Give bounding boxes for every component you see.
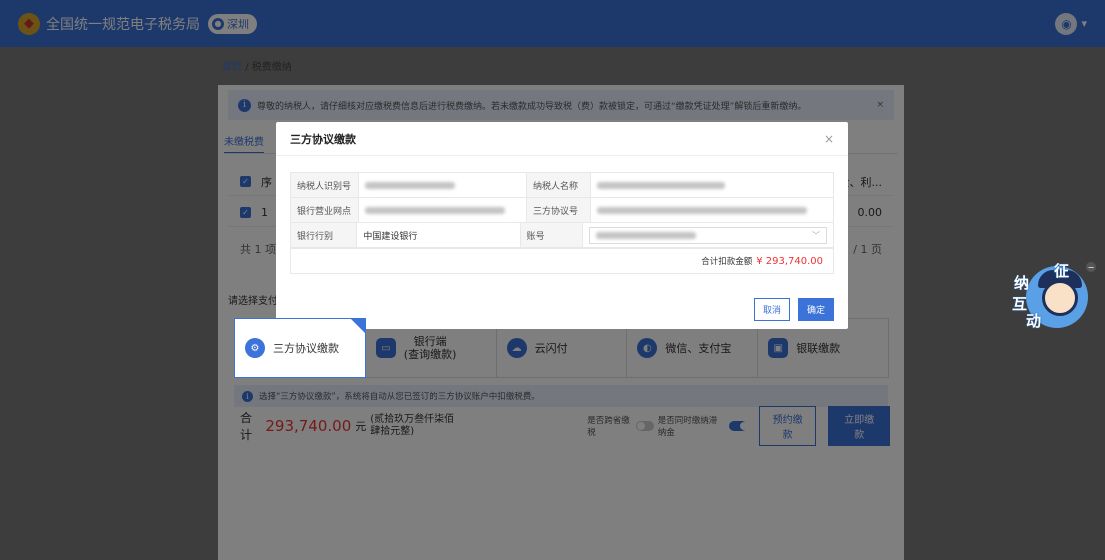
bank-branch-label: 银行营业网点 bbox=[291, 198, 359, 222]
taxpayer-id-label: 纳税人识别号 bbox=[291, 173, 359, 197]
account-cell: ﹀ bbox=[583, 223, 833, 247]
chevron-down-icon: ﹀ bbox=[812, 230, 820, 240]
mascot-char: 纳 bbox=[1014, 274, 1030, 292]
account-label: 账号 bbox=[520, 223, 583, 247]
mascot-char: 征 bbox=[1054, 262, 1070, 280]
agreement-no-value bbox=[591, 198, 833, 222]
taxpayer-id-value bbox=[359, 173, 527, 197]
redacted-text bbox=[597, 181, 725, 189]
agreement-no-label: 三方协议号 bbox=[527, 198, 591, 222]
modal-total-line: 合计扣款金额 ¥ 293,740.00 bbox=[291, 248, 833, 273]
modal-total-label: 合计扣款金额 bbox=[701, 257, 753, 267]
redacted-text bbox=[596, 231, 696, 239]
taxpayer-name-value bbox=[591, 173, 833, 197]
confirm-button[interactable]: 确定 bbox=[797, 298, 834, 321]
bank-branch-value bbox=[359, 198, 527, 222]
mascot-char: 动 bbox=[1026, 312, 1042, 330]
form-row: 银行营业网点 三方协议号 bbox=[291, 198, 833, 223]
assistant-mascot[interactable]: 征 纳 互 动 − bbox=[1012, 260, 1096, 335]
collapse-icon[interactable]: − bbox=[1086, 262, 1096, 272]
taxpayer-name-label: 纳税人名称 bbox=[527, 173, 591, 197]
redacted-text bbox=[597, 206, 807, 214]
account-select[interactable]: ﹀ bbox=[589, 226, 827, 244]
form-row: 银行行别 中国建设银行 账号 ﹀ bbox=[291, 223, 833, 248]
cancel-button[interactable]: 取消 bbox=[753, 298, 790, 321]
modal-form: 纳税人识别号 纳税人名称 银行营业网点 三方协议号 银行行别 中国建设银行 账号… bbox=[290, 172, 834, 274]
modal-total-value: ¥ 293,740.00 bbox=[756, 255, 823, 267]
bank-type-label: 银行行别 bbox=[291, 223, 358, 247]
agreement-payment-modal: 三方协议缴款 × 纳税人识别号 纳税人名称 银行营业网点 三方协议号 银行行别 … bbox=[276, 122, 848, 329]
agreement-icon: ⚙ bbox=[245, 338, 265, 358]
mascot-face bbox=[1042, 280, 1078, 316]
form-row: 纳税人识别号 纳税人名称 bbox=[291, 173, 833, 198]
bank-type-value: 中国建设银行 bbox=[357, 223, 521, 247]
close-icon[interactable]: × bbox=[824, 132, 834, 146]
modal-header: 三方协议缴款 × bbox=[276, 122, 848, 156]
redacted-text bbox=[365, 206, 505, 214]
pay-option-label: 三方协议缴款 bbox=[273, 342, 339, 355]
modal-title: 三方协议缴款 bbox=[290, 132, 356, 146]
mascot-char: 互 bbox=[1012, 295, 1028, 313]
pay-option-agreement[interactable]: ⚙ 三方协议缴款 bbox=[234, 318, 366, 378]
modal-footer: 取消 确定 bbox=[753, 298, 834, 321]
redacted-text bbox=[365, 181, 455, 189]
